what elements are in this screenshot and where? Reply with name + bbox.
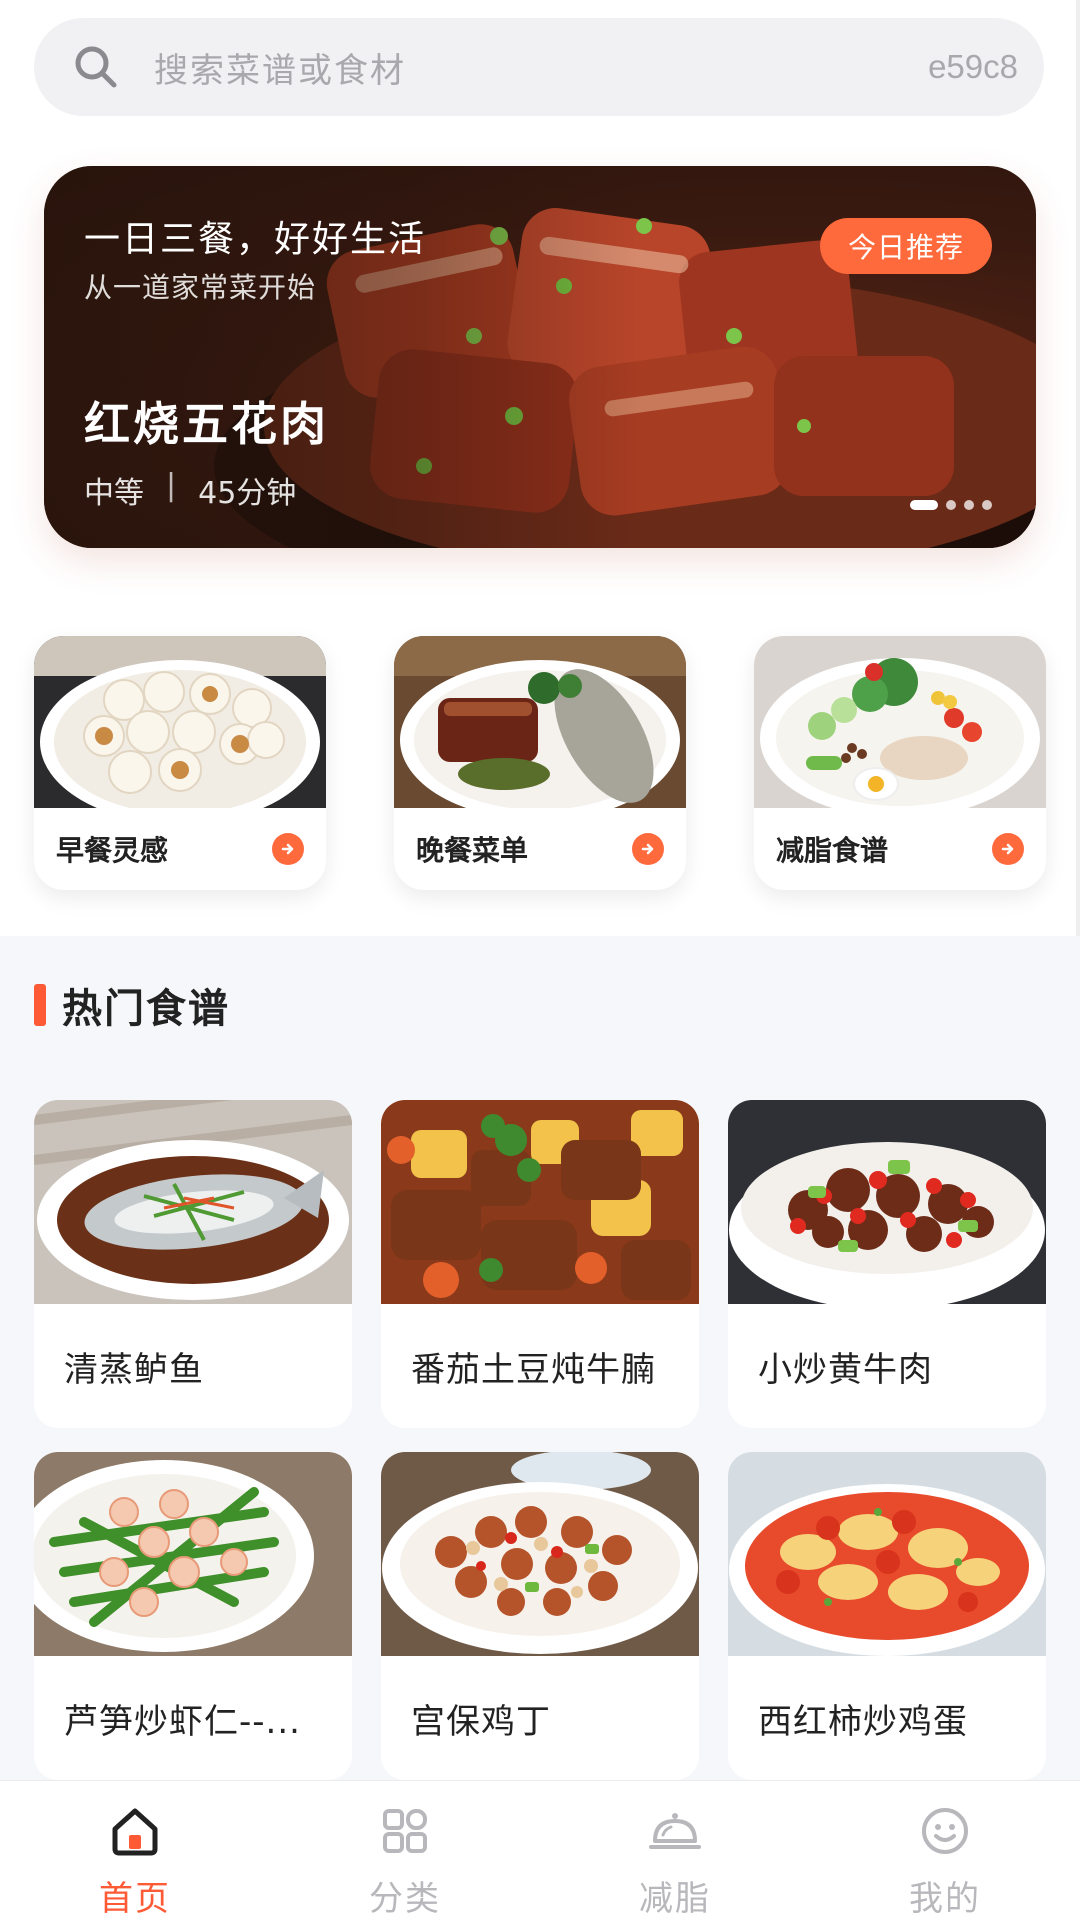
recipe-name: 西红柿炒鸡蛋	[758, 1701, 968, 1742]
bottom-tab-bar: 首页 分类 减脂 我的	[0, 1780, 1080, 1920]
search-bar[interactable]: 搜索菜谱或食材 e59c8	[34, 18, 1044, 116]
category-label-row: 早餐灵感	[34, 808, 326, 890]
grid-icon	[383, 1809, 427, 1853]
category-label: 早餐灵感	[56, 834, 169, 867]
carousel-indicator[interactable]	[910, 500, 992, 510]
banner-subtitle: 从一道家常菜开始	[84, 271, 317, 304]
recipe-card[interactable]: 小炒黄牛肉	[728, 1100, 1046, 1428]
banner-slogan: 一日三餐，好好生活	[84, 219, 427, 260]
recipe-name: 番茄土豆炖牛腩	[411, 1349, 656, 1390]
search-code-label: e59c8	[928, 48, 1018, 85]
recipe-card[interactable]: 西红柿炒鸡蛋	[728, 1452, 1046, 1780]
banner-dish-title: 红烧五花肉	[84, 397, 329, 451]
buns-image	[34, 636, 326, 808]
search-icon	[75, 46, 117, 88]
tab-profile[interactable]: 我的	[810, 1781, 1080, 1920]
search-placeholder[interactable]: 搜索菜谱或食材	[154, 43, 928, 92]
arrow-right-icon[interactable]	[992, 833, 1024, 865]
cloche-icon	[649, 1813, 701, 1849]
category-card-dinner[interactable]: 晚餐菜单	[394, 636, 686, 890]
meta-separator: |	[166, 468, 177, 503]
category-card-breakfast[interactable]: 早餐灵感	[34, 636, 326, 890]
category-label: 晚餐菜单	[416, 834, 529, 867]
tab-label: 首页	[99, 1879, 171, 1919]
carousel-dot[interactable]	[910, 500, 938, 510]
recipe-name: 清蒸鲈鱼	[64, 1349, 204, 1390]
recipe-card[interactable]: 清蒸鲈鱼	[34, 1100, 352, 1428]
section-title: 热门食谱	[34, 976, 230, 1034]
tab-label: 分类	[369, 1879, 441, 1919]
tab-fatloss[interactable]: 减脂	[540, 1781, 810, 1920]
category-card-fatloss[interactable]: 减脂食谱	[754, 636, 1046, 890]
asparagus-shrimp-image	[34, 1452, 352, 1656]
category-label-row: 减脂食谱	[754, 808, 1046, 890]
recipe-name: 宫保鸡丁	[411, 1701, 551, 1742]
banner-meta: 中等 | 45分钟	[84, 468, 296, 512]
section-title-text: 热门食谱	[62, 986, 230, 1032]
category-label-row: 晚餐菜单	[394, 808, 686, 890]
home-icon	[112, 1808, 158, 1856]
salad-image	[754, 636, 1046, 808]
steamed-fish-image	[34, 1100, 352, 1304]
tomato-egg-image	[728, 1452, 1046, 1656]
tab-label: 减脂	[639, 1879, 711, 1919]
recipe-card[interactable]: 番茄土豆炖牛腩	[381, 1100, 699, 1428]
tab-label: 我的	[909, 1879, 981, 1919]
category-label: 减脂食谱	[776, 834, 889, 867]
difficulty-label: 中等	[84, 476, 144, 511]
smile-icon	[922, 1808, 968, 1854]
recipe-name: 小炒黄牛肉	[758, 1349, 933, 1390]
stir-fried-beef-image	[728, 1100, 1046, 1304]
tab-home[interactable]: 首页	[0, 1781, 270, 1920]
featured-banner[interactable]: 一日三餐，好好生活 从一道家常菜开始 今日推荐 红烧五花肉 中等 | 45分钟	[44, 166, 1036, 548]
recipe-card[interactable]: 芦笋炒虾仁--...	[34, 1452, 352, 1780]
kung-pao-chicken-image	[381, 1452, 699, 1656]
carousel-dot[interactable]	[964, 500, 974, 510]
beef-brisket-stew-image	[381, 1100, 699, 1304]
recipe-card[interactable]: 宫保鸡丁	[381, 1452, 699, 1780]
section-accent-bar	[34, 984, 46, 1026]
recipe-name: 芦笋炒虾仁--...	[64, 1701, 301, 1742]
carousel-dot[interactable]	[982, 500, 992, 510]
duration-label: 45分钟	[198, 476, 297, 511]
carousel-dot[interactable]	[946, 500, 956, 510]
tab-category[interactable]: 分类	[270, 1781, 540, 1920]
arrow-right-icon[interactable]	[632, 833, 664, 865]
today-recommend-badge: 今日推荐	[819, 218, 992, 274]
arrow-right-icon[interactable]	[272, 833, 304, 865]
dinner-plate-image	[394, 636, 686, 808]
